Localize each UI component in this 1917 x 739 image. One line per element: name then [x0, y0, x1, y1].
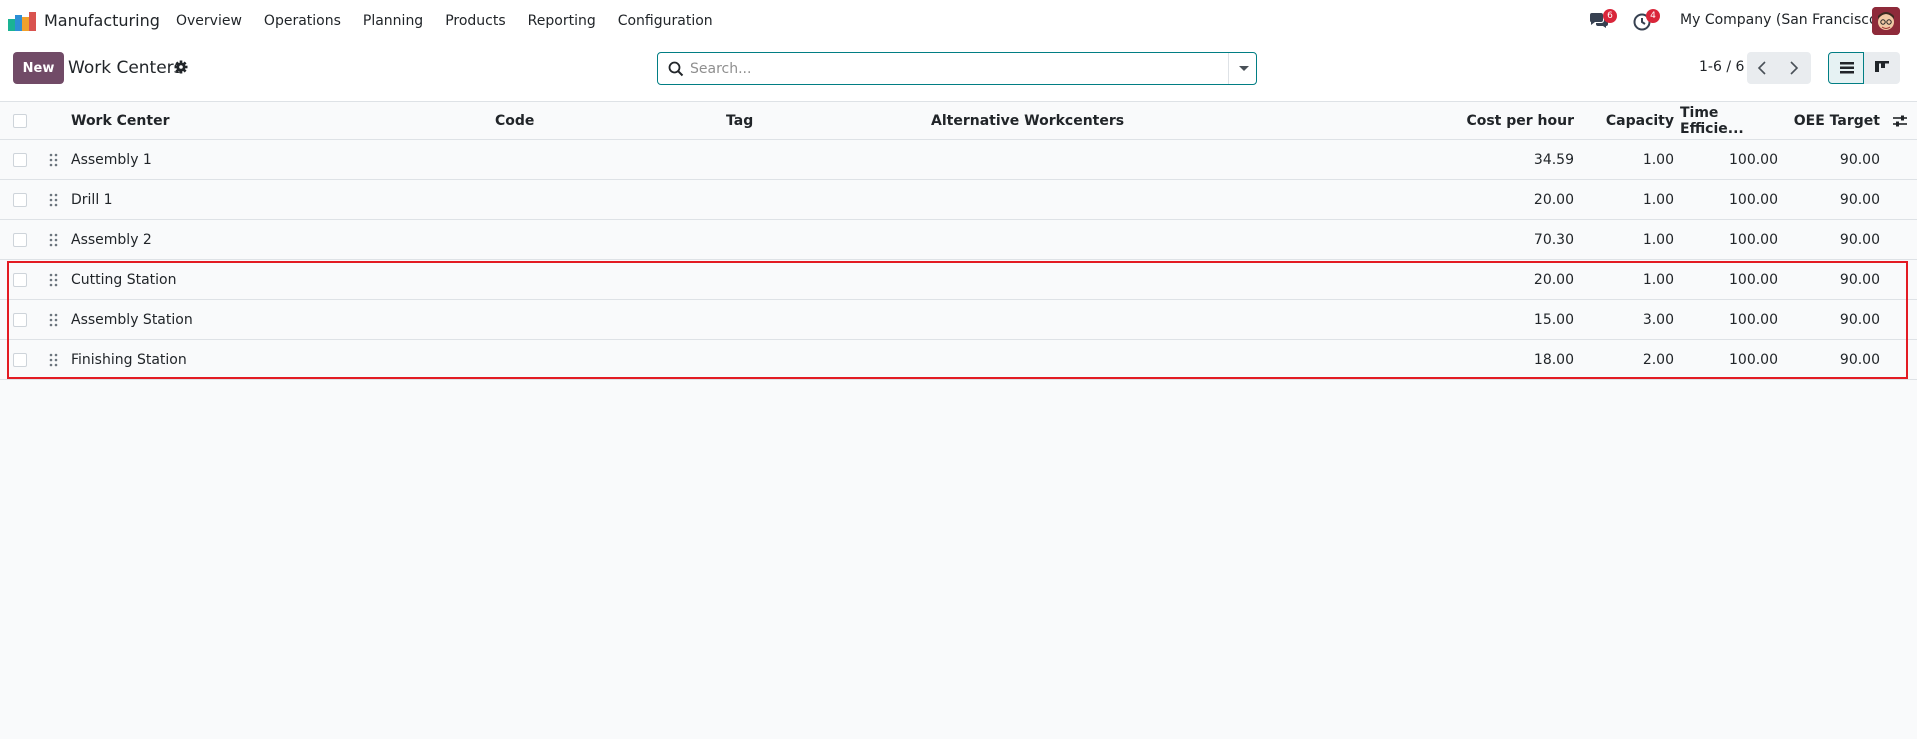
cell-oee-target: 90.00	[1839, 191, 1880, 208]
menu-overview[interactable]: Overview	[176, 13, 242, 29]
cell-capacity: 1.00	[1642, 231, 1674, 248]
control-panel: New Work Centers 1-6 / 6	[0, 42, 1917, 102]
list-view-button[interactable]	[1828, 52, 1864, 84]
drag-handle-icon[interactable]	[49, 313, 58, 327]
pager-value[interactable]: 1-6 / 6	[1699, 59, 1744, 75]
kanban-view-icon	[1875, 61, 1889, 72]
pager-next-button[interactable]	[1779, 52, 1811, 84]
work-centers-table: Work Center Code Tag Alternative Workcen…	[0, 102, 1917, 380]
drag-handle-icon[interactable]	[49, 233, 58, 247]
header-time-efficiency[interactable]: Time Efficie...	[1680, 102, 1778, 139]
header-work-center[interactable]: Work Center	[71, 102, 169, 139]
cell-cost-per-hour: 20.00	[1533, 271, 1574, 288]
cell-work-center: Drill 1	[71, 191, 113, 208]
avatar[interactable]	[1872, 7, 1900, 35]
header-alternative-workcenters[interactable]: Alternative Workcenters	[931, 102, 1124, 139]
menu-reporting[interactable]: Reporting	[528, 13, 596, 29]
main-menu: Overview Operations Planning Products Re…	[176, 0, 735, 42]
header-code[interactable]: Code	[495, 102, 534, 139]
company-switcher[interactable]: My Company (San Francisco)	[1680, 12, 1883, 28]
cell-work-center: Cutting Station	[71, 271, 177, 288]
header-oee-target[interactable]: OEE Target	[1782, 102, 1880, 139]
search-bar	[657, 52, 1257, 85]
cell-time-efficiency: 100.00	[1729, 271, 1778, 288]
table-row[interactable]: Finishing Station 18.00 2.00 100.00 90.0…	[0, 340, 1917, 380]
cell-oee-target: 90.00	[1839, 271, 1880, 288]
row-checkbox[interactable]	[13, 233, 27, 247]
cell-cost-per-hour: 15.00	[1533, 311, 1574, 328]
cell-oee-target: 90.00	[1839, 351, 1880, 368]
cell-capacity: 1.00	[1642, 191, 1674, 208]
messages-count-badge: 6	[1603, 9, 1617, 23]
table-row[interactable]: Cutting Station 20.00 1.00 100.00 90.00	[0, 260, 1917, 300]
row-checkbox[interactable]	[13, 193, 27, 207]
cell-capacity: 2.00	[1642, 351, 1674, 368]
cell-work-center: Assembly Station	[71, 311, 193, 328]
app-logo-icon[interactable]	[8, 9, 36, 31]
header-tag[interactable]: Tag	[726, 102, 753, 139]
cell-cost-per-hour: 18.00	[1533, 351, 1574, 368]
cell-time-efficiency: 100.00	[1729, 311, 1778, 328]
row-checkbox[interactable]	[13, 353, 27, 367]
search-icon	[668, 61, 684, 77]
cell-oee-target: 90.00	[1839, 231, 1880, 248]
gear-icon[interactable]	[174, 60, 188, 74]
cell-time-efficiency: 100.00	[1729, 151, 1778, 168]
cell-cost-per-hour: 20.00	[1533, 191, 1574, 208]
chevron-down-icon	[1239, 66, 1249, 71]
row-checkbox[interactable]	[13, 273, 27, 287]
select-all-checkbox[interactable]	[13, 114, 27, 128]
cell-oee-target: 90.00	[1839, 151, 1880, 168]
list-view-icon	[1840, 62, 1854, 74]
table-row[interactable]: Drill 1 20.00 1.00 100.00 90.00	[0, 180, 1917, 220]
search-options-toggle[interactable]	[1228, 53, 1257, 84]
cell-capacity: 1.00	[1642, 151, 1674, 168]
cell-capacity: 1.00	[1642, 271, 1674, 288]
kanban-view-button[interactable]	[1864, 52, 1900, 84]
header-capacity[interactable]: Capacity	[1580, 102, 1674, 139]
cell-cost-per-hour: 70.30	[1533, 231, 1574, 248]
table-row[interactable]: Assembly 1 34.59 1.00 100.00 90.00	[0, 140, 1917, 180]
menu-operations[interactable]: Operations	[264, 13, 341, 29]
top-navbar: Manufacturing Overview Operations Planni…	[0, 0, 1917, 42]
menu-planning[interactable]: Planning	[363, 13, 423, 29]
search-input[interactable]	[690, 57, 1250, 81]
table-row[interactable]: Assembly 2 70.30 1.00 100.00 90.00	[0, 220, 1917, 260]
drag-handle-icon[interactable]	[49, 353, 58, 367]
app-name[interactable]: Manufacturing	[44, 11, 160, 30]
cell-time-efficiency: 100.00	[1729, 351, 1778, 368]
cell-work-center: Finishing Station	[71, 351, 187, 368]
cell-time-efficiency: 100.00	[1729, 231, 1778, 248]
cell-work-center: Assembly 1	[71, 151, 152, 168]
menu-configuration[interactable]: Configuration	[618, 13, 713, 29]
page-title: Work Centers	[68, 58, 183, 78]
drag-handle-icon[interactable]	[49, 193, 58, 207]
menu-products[interactable]: Products	[445, 13, 505, 29]
drag-handle-icon[interactable]	[49, 273, 58, 287]
header-cost-per-hour[interactable]: Cost per hour	[1440, 102, 1574, 139]
cell-oee-target: 90.00	[1839, 311, 1880, 328]
row-checkbox[interactable]	[13, 313, 27, 327]
pager-previous-button[interactable]	[1747, 52, 1779, 84]
cell-work-center: Assembly 2	[71, 231, 152, 248]
table-row[interactable]: Assembly Station 15.00 3.00 100.00 90.00	[0, 300, 1917, 340]
chevron-right-icon	[1790, 61, 1799, 75]
chevron-left-icon	[1757, 61, 1766, 75]
cell-cost-per-hour: 34.59	[1533, 151, 1574, 168]
optional-columns-icon[interactable]	[1892, 114, 1908, 128]
row-checkbox[interactable]	[13, 153, 27, 167]
table-header: Work Center Code Tag Alternative Workcen…	[0, 102, 1917, 140]
cell-capacity: 3.00	[1642, 311, 1674, 328]
new-button[interactable]: New	[13, 52, 64, 84]
cell-time-efficiency: 100.00	[1729, 191, 1778, 208]
drag-handle-icon[interactable]	[49, 153, 58, 167]
activities-count-badge: 4	[1646, 9, 1660, 23]
